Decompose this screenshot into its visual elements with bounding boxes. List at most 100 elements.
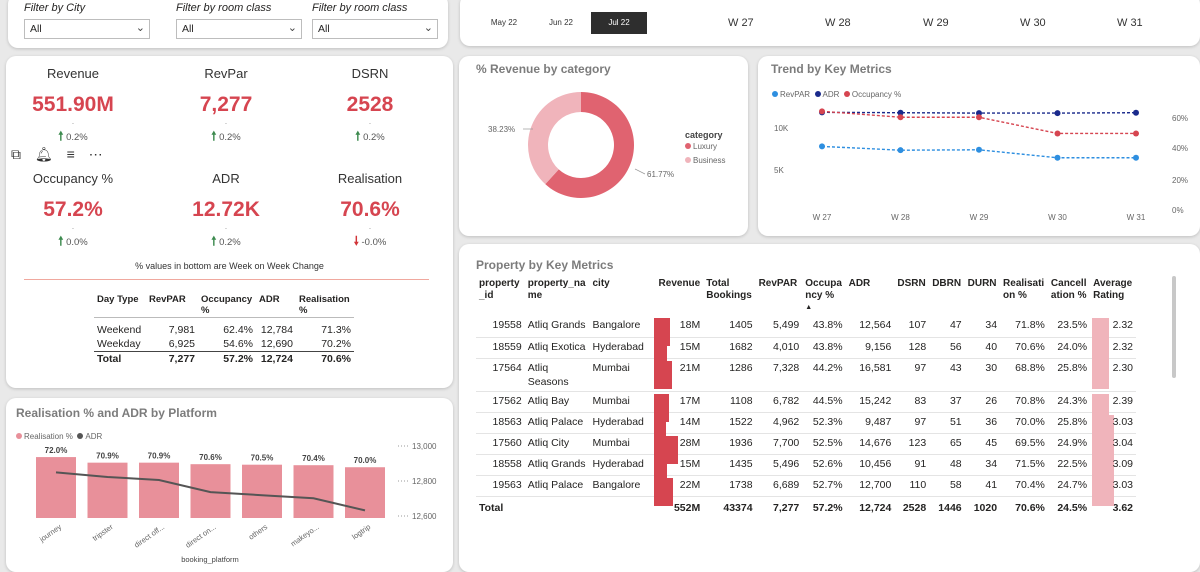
filter-city[interactable]: Filter by City All ⌄ (24, 2, 150, 39)
cell-adr: 12,700 (845, 475, 895, 497)
y-tick-right: 40% (1172, 144, 1188, 153)
column-header[interactable]: DURN (965, 276, 1000, 316)
x-tick-label: W 30 (1048, 213, 1067, 222)
column-header[interactable]: Cancell ation % (1048, 276, 1090, 316)
column-header: Realisation % (299, 294, 350, 316)
cell-durn: 34 (964, 316, 1001, 338)
kpi-change: 🠕 0.2% (211, 234, 241, 248)
arrow-up-icon: 🠕 (355, 129, 361, 143)
kpi-change: 🠕 0.2% (355, 129, 385, 143)
cell-property_name: Atliq Grands (524, 316, 590, 338)
kpi-change: 🠕 0.2% (211, 129, 241, 143)
divider (24, 279, 429, 280)
cell-dbrn: 47 (929, 316, 965, 338)
kpi-value: 2528 (346, 93, 394, 116)
column-header[interactable]: property_na me (525, 276, 590, 316)
y-tick-left: 10K (774, 124, 789, 133)
cell-realisation: 71.8% (1000, 316, 1048, 338)
filter-icon[interactable]: ≡ (67, 146, 75, 162)
y-tick-right: 13,000 (412, 442, 437, 451)
kpi-change: 🠗 -0.0% (353, 234, 387, 248)
table-row[interactable]: 17564 Atliq Seasons Mumbai 21M 1286 7,328 44.2… (476, 358, 1136, 392)
copy-icon[interactable]: ⧉ (11, 146, 21, 162)
revenue-bar (654, 360, 673, 389)
cell-dbrn: 51 (929, 412, 965, 434)
sort-ascending-icon[interactable]: ▲ (805, 302, 842, 314)
cell-durn: 26 (964, 391, 1001, 413)
month-jun[interactable]: Jun 22 (533, 12, 589, 34)
bell-icon[interactable]: 🔔︎ (35, 146, 53, 162)
cell-cancellation: 25.8% (1047, 358, 1091, 392)
cell-revenue: 15M (652, 337, 704, 368)
filter-room-class-value: All (182, 23, 194, 35)
cell-occupancy: 43.8% (802, 316, 846, 338)
kpi-change: 🠕 0.0% (58, 234, 88, 248)
week-27[interactable]: W 27 (728, 17, 754, 29)
table-row: Weekday 6,925 54.6% 12,690 70.2% (97, 338, 351, 350)
data-point (1133, 154, 1139, 161)
column-header[interactable]: RevPAR (756, 276, 803, 316)
total-dsrn: 2528 (894, 495, 930, 517)
week-31[interactable]: W 31 (1117, 17, 1143, 29)
filter-city-dropdown[interactable]: All ⌄ (24, 19, 150, 39)
column-header[interactable]: Realisati on % (1000, 276, 1048, 316)
total-realisation: 70.6% (1000, 495, 1048, 517)
month-jul-selected[interactable]: Jul 22 (591, 12, 647, 34)
cell-durn: 36 (964, 412, 1001, 434)
column-header[interactable]: property _id (476, 276, 525, 316)
column-header[interactable]: Total Bookings (703, 276, 755, 316)
cell-occupancy: 52.7% (802, 475, 846, 497)
total-total_bookings: 43374 (703, 495, 756, 517)
filter-room-class-1[interactable]: Filter by room class All ⌄ (176, 2, 302, 39)
y-tick-right: 12,800 (412, 477, 437, 486)
data-point (1133, 130, 1139, 137)
kpi-label: DSRN (351, 66, 389, 81)
column-header: RevPAR (149, 294, 186, 305)
column-header[interactable]: city (590, 276, 653, 316)
data-label-business: 38.23% (488, 125, 515, 134)
week-30[interactable]: W 30 (1020, 17, 1046, 29)
column-header[interactable]: Revenue (652, 276, 703, 316)
table-row[interactable]: 19563 Atliq Palace Bangalore 22M 1738 6,689 52… (476, 475, 1136, 506)
filter-room-class-dropdown[interactable]: All ⌄ (312, 19, 438, 39)
bar-data-label: 70.0% (354, 456, 377, 465)
cell-property_name: Atliq Grands (524, 454, 590, 476)
cell-revpar: 4,010 (755, 337, 803, 359)
cell-revpar: 6,689 (755, 475, 803, 497)
table-row[interactable]: 18559 Atliq Exotica Hyderabad 15M 1682 4,010 4… (476, 337, 1136, 368)
cell-total_bookings: 1435 (703, 454, 756, 476)
table-row[interactable]: 17562 Atliq Bay Mumbai 17M 1108 6,782 44.5% 15,… (476, 391, 1136, 422)
kpi-label: ADR (212, 171, 240, 186)
more-options-icon[interactable]: ⋯ (89, 146, 103, 162)
month-may[interactable]: May 22 (476, 12, 532, 34)
week-29[interactable]: W 29 (923, 17, 949, 29)
cell-property_name: Atliq Seasons (524, 358, 590, 392)
legend-dot (685, 143, 691, 149)
column-header[interactable]: DSRN (894, 276, 929, 316)
week-28[interactable]: W 28 (825, 17, 851, 29)
cell-revpar: 5,499 (755, 316, 803, 338)
filter-room-class-label: Filter by room class (176, 2, 272, 14)
column-header[interactable]: ADR (846, 276, 895, 316)
cell-total_bookings: 1286 (703, 358, 756, 392)
column-header[interactable]: DBRN (929, 276, 964, 316)
x-tick-label: W 28 (891, 213, 910, 222)
cell-durn: 41 (964, 475, 1001, 497)
cell-realisation: 70.6% (1000, 337, 1048, 359)
filter-room-class-dropdown[interactable]: All ⌄ (176, 19, 302, 39)
cell-realisation: 68.8% (1000, 358, 1048, 392)
table-row[interactable]: 18563 Atliq Palace Hyderabad 14M 1522 4,962 52… (476, 412, 1136, 443)
column-header[interactable]: Occupa ncy % ▲ (802, 276, 845, 316)
cell-revenue: 15M (652, 454, 704, 485)
table-row[interactable]: 18558 Atliq Grands Hyderabad 15M 1435 5,496 52… (476, 454, 1136, 485)
scrollbar[interactable] (1172, 276, 1176, 378)
column-header[interactable]: Average Rating (1090, 276, 1136, 316)
cell-adr: 12,564 (845, 316, 895, 338)
filter-city-label: Filter by City (24, 2, 86, 14)
cell-rating: 2.32 (1090, 337, 1136, 368)
table-row[interactable]: 17560 Atliq City Mumbai 28M 1936 7,700 52.5% 14… (476, 433, 1136, 464)
data-point (819, 108, 825, 115)
cell-dsrn: 97 (894, 412, 930, 434)
table-row[interactable]: 19558 Atliq Grands Bangalore 18M 1405 5,499 43… (476, 316, 1136, 346)
filter-room-class-2[interactable]: Filter by room class All ⌄ (312, 2, 438, 39)
